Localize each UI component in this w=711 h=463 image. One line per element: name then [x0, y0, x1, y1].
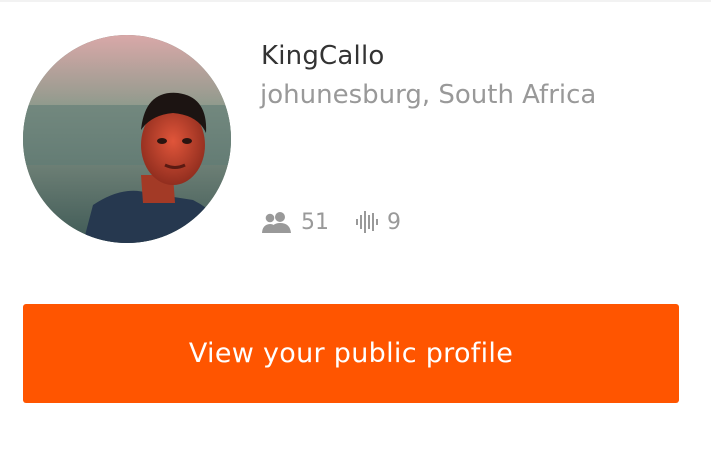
- username: KingCallo: [261, 41, 385, 71]
- sound-wave-icon: [355, 210, 379, 234]
- followers-icon: [261, 211, 293, 233]
- top-divider: [0, 0, 711, 2]
- followers-stat[interactable]: 51: [261, 210, 329, 235]
- followers-count: 51: [301, 209, 329, 235]
- profile-summary-screen: KingCallo johunesburg, South Africa 51 9…: [0, 0, 711, 463]
- profile-stats: 51 9: [261, 207, 401, 237]
- view-public-profile-button[interactable]: View your public profile: [23, 304, 679, 403]
- location: johunesburg, South Africa: [260, 80, 597, 110]
- tracks-count: 9: [387, 209, 401, 235]
- avatar-image: [23, 35, 231, 243]
- avatar[interactable]: [23, 35, 231, 243]
- tracks-stat[interactable]: 9: [355, 210, 401, 235]
